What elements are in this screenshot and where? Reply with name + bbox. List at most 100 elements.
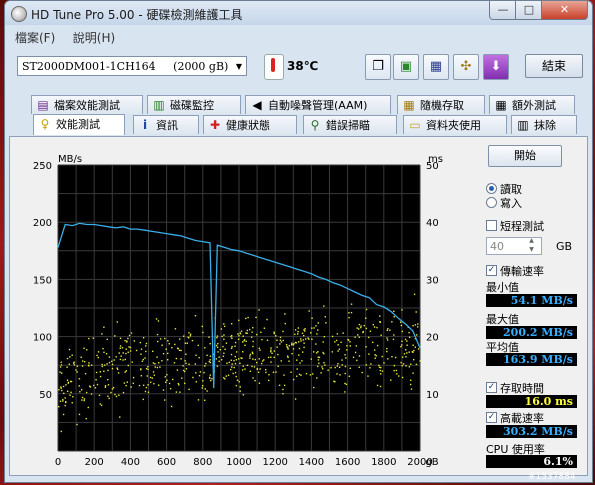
tab-info[interactable]: i 資訊 — [133, 115, 199, 134]
access-time-point — [184, 342, 187, 344]
access-time-point — [83, 361, 86, 363]
short-test-checkbox[interactable] — [486, 220, 497, 231]
options-button[interactable]: ✣ — [453, 54, 479, 80]
access-time-point — [209, 342, 211, 345]
download-button[interactable]: ⬇ — [483, 54, 509, 80]
access-time-point — [305, 338, 307, 340]
tab-erase[interactable]: ▥ 抹除 — [511, 115, 577, 134]
access-time-point — [325, 322, 327, 324]
exit-button[interactable]: 結束 — [525, 54, 583, 78]
minimize-button[interactable]: — — [489, 1, 517, 20]
tab-extra-tests[interactable]: ▦ 額外測試 — [489, 95, 575, 114]
menu-bar: 檔案(F) 說明(H) — [9, 29, 123, 47]
write-radio[interactable] — [486, 197, 497, 208]
access-time-checkbox[interactable]: ✓ — [486, 382, 497, 393]
access-time-point — [179, 391, 181, 393]
tab-folder-usage[interactable]: ▭ 資料夾使用 — [403, 115, 507, 134]
access-time-point — [191, 339, 194, 342]
access-time-point — [348, 375, 350, 377]
access-time-point — [195, 354, 197, 357]
access-time-point — [101, 365, 104, 368]
access-time-point — [133, 340, 136, 342]
access-time-point — [69, 356, 71, 358]
tab-benchmark[interactable]: ♀ 效能測試 — [33, 114, 125, 135]
burst-rate-checkbox[interactable]: ✓ — [486, 412, 497, 423]
tab-random-access[interactable]: ▦ 隨機存取 — [397, 95, 485, 114]
tab-health[interactable]: ✚ 健康狀態 — [203, 115, 297, 134]
access-time-label: 存取時間 — [500, 382, 544, 395]
save-button[interactable]: ▦ — [423, 54, 449, 80]
drive-select[interactable]: ST2000DM001-1CH164 (2000 gB) ▼ — [17, 56, 247, 76]
access-time-point — [149, 381, 152, 383]
access-time-point — [415, 311, 417, 313]
access-time-point — [80, 389, 83, 391]
tab-aam[interactable]: ◀ 自動噪聲管理(AAM) — [245, 95, 391, 114]
min-value: 54.1 MB/s — [486, 294, 577, 307]
maximize-button[interactable]: □ — [515, 1, 543, 20]
access-time-point — [303, 334, 305, 337]
access-time-point — [379, 373, 382, 375]
tab-label: 資料夾使用 — [426, 119, 481, 132]
access-time-point — [130, 332, 133, 334]
close-button[interactable]: ✕ — [541, 1, 588, 20]
access-time-point — [282, 393, 284, 395]
access-time-point — [129, 350, 132, 352]
access-time-point — [279, 343, 281, 345]
access-time-point — [270, 356, 272, 358]
chart-grid — [57, 164, 421, 452]
access-time-point — [358, 336, 360, 338]
access-time-point — [170, 405, 173, 408]
access-time-point — [202, 331, 204, 334]
title-bar[interactable]: HD Tune Pro 5.00 - 硬碟檢測維護工具 — □ ✕ — [5, 1, 592, 25]
access-time-point — [417, 348, 420, 350]
spin-down-icon[interactable]: ▼ — [527, 246, 536, 253]
access-time-point — [119, 347, 121, 349]
access-time-point — [249, 370, 252, 372]
copy-all-button[interactable]: ▣ — [393, 54, 419, 80]
tab-file-benchmark[interactable]: ▤ 檔案效能測試 — [31, 95, 143, 114]
benchmark-chart: 0 200 400 600 800 1000 1200 1400 1600 1800 2000gB5… — [33, 154, 443, 468]
access-time-point — [239, 386, 241, 388]
access-time-point — [237, 338, 240, 340]
access-time-point — [317, 329, 319, 331]
access-time-point — [201, 387, 203, 389]
access-time-point — [125, 348, 127, 350]
access-time-point — [122, 352, 124, 354]
access-time-point — [400, 324, 403, 327]
access-time-point — [182, 335, 185, 337]
access-time-point — [90, 393, 93, 395]
access-time-point — [406, 344, 408, 346]
access-time-point — [114, 335, 116, 337]
menu-help[interactable]: 說明(H) — [73, 29, 115, 46]
access-time-point — [201, 385, 204, 387]
read-radio[interactable] — [486, 183, 497, 194]
access-time-point — [297, 341, 300, 343]
access-time-point — [252, 358, 254, 360]
access-time-point — [66, 366, 68, 368]
access-time-point — [336, 365, 339, 367]
tab-disk-monitor[interactable]: ▥ 磁碟監控 — [147, 95, 241, 114]
tab-error-scan[interactable]: ⚲ 錯誤掃瞄 — [303, 115, 397, 134]
access-time-point — [221, 335, 223, 338]
access-time-point — [294, 333, 296, 336]
access-time-point — [145, 345, 147, 347]
copy-button[interactable]: ❐ — [365, 54, 391, 80]
menu-file[interactable]: 檔案(F) — [15, 29, 55, 46]
access-time-point — [234, 362, 237, 365]
access-time-point — [94, 387, 97, 389]
spin-up-icon[interactable]: ▲ — [527, 237, 536, 244]
access-time-point — [357, 334, 359, 336]
access-time-point — [118, 352, 120, 354]
start-button[interactable]: 開始 — [488, 145, 562, 167]
access-time-point — [188, 363, 190, 365]
access-time-point — [122, 359, 124, 361]
access-time-point — [70, 391, 72, 394]
access-time-point — [113, 359, 115, 361]
access-time-point — [256, 361, 258, 364]
copy-all-icon: ▣ — [399, 59, 413, 74]
access-time-point — [260, 331, 262, 334]
transfer-rate-checkbox[interactable]: ✓ — [486, 265, 497, 276]
benchmark-chart-area: 0 200 400 600 800 1000 1200 1400 1600 1800 2000 gB 5… — [10, 137, 480, 475]
random-access-icon: ▦ — [403, 98, 415, 112]
access-time-point — [175, 391, 178, 393]
